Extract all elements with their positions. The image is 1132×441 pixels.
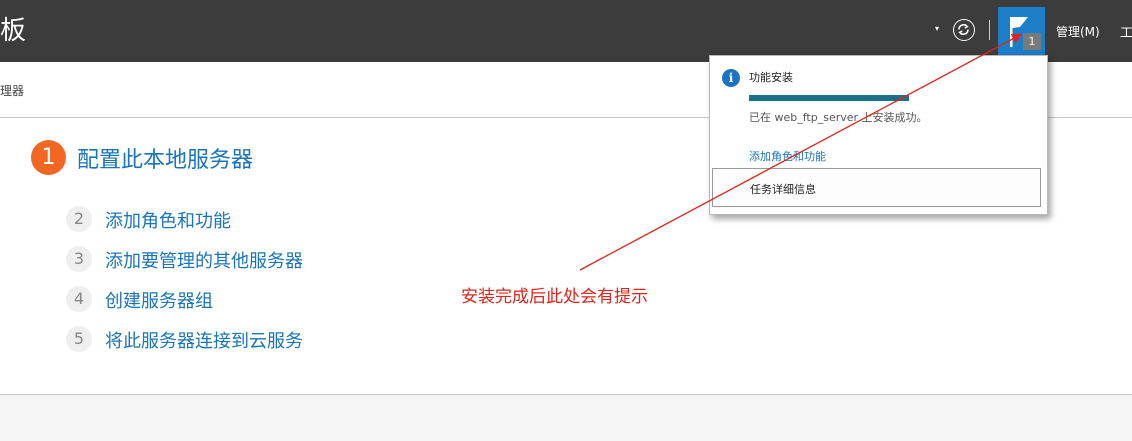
create-server-group-link[interactable]: 创建服务器组 <box>105 287 213 313</box>
annotation-text: 安装完成后此处会有提示 <box>461 287 648 307</box>
step-number-badge: 1 <box>31 140 66 175</box>
configure-local-server-link[interactable]: 配置此本地服务器 <box>77 142 253 174</box>
progress-fill <box>749 95 909 101</box>
bottom-panel <box>0 395 1132 441</box>
step-number: 4 <box>66 286 92 312</box>
menu-tools[interactable]: 工 <box>1120 22 1132 41</box>
step-number: 5 <box>66 326 92 352</box>
notification-count-badge: 1 <box>1023 33 1041 50</box>
add-roles-link[interactable]: 添加角色和功能 <box>105 207 231 233</box>
toolbar-separator <box>989 20 990 40</box>
add-roles-notification-link[interactable]: 添加角色和功能 <box>749 148 826 164</box>
notification-title: 功能安装 <box>749 71 793 84</box>
page-title: 板 <box>0 16 27 46</box>
breadcrumb: 理器 <box>0 84 25 98</box>
info-icon: i <box>722 69 740 87</box>
dropdown-icon[interactable]: ▾ <box>935 24 939 33</box>
refresh-icon[interactable] <box>953 19 975 41</box>
task-details-button[interactable]: 任务详细信息 <box>712 168 1041 207</box>
install-progress-bar <box>749 95 909 101</box>
task-details-label: 任务详细信息 <box>750 183 816 196</box>
notification-message: 已在 web_ftp_server 上安装成功。 <box>749 111 928 124</box>
add-servers-link[interactable]: 添加要管理的其他服务器 <box>105 247 303 273</box>
menu-manage[interactable]: 管理(M) <box>1056 23 1100 40</box>
connect-cloud-link[interactable]: 将此服务器连接到云服务 <box>105 327 303 353</box>
step-number: 2 <box>66 206 92 232</box>
step-number: 3 <box>66 246 92 272</box>
